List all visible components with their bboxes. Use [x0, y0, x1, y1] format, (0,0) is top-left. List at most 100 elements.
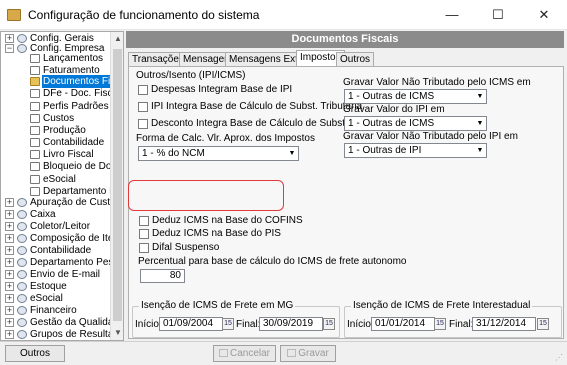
document-icon [30, 150, 40, 159]
isencao-mg-title: Isenção de ICMS de Frete em MG [139, 300, 296, 311]
tree-scrollbar[interactable]: ▲ ▼ [110, 32, 123, 340]
gear-icon [17, 234, 27, 243]
gear-icon [17, 282, 27, 291]
bottom-toolbar: Outros Cancelar Gravar ⋰ [0, 341, 567, 365]
gear-icon [17, 222, 27, 231]
inter-inicio-label: Início: [347, 319, 374, 330]
tab-outros[interactable]: Outros [336, 52, 375, 66]
chevron-down-icon: ▼ [476, 120, 484, 127]
inter-inicio-input[interactable]: 01/01/2014 [371, 317, 435, 331]
document-icon [30, 54, 40, 63]
document-icon [30, 162, 40, 171]
gear-icon [17, 210, 27, 219]
tab-bar: Transações Mensagens Mensagens Extras Im… [126, 50, 564, 66]
forma-calc-select[interactable]: 1 - % do NCM ▼ [138, 146, 299, 161]
difal-suspenso-checkbox[interactable] [139, 243, 149, 253]
despesas-ipi-checkbox[interactable] [138, 85, 148, 95]
deduz-pis-checkbox[interactable] [139, 229, 149, 239]
document-icon [30, 175, 40, 184]
chevron-down-icon: ▼ [476, 93, 484, 100]
gear-icon [17, 246, 27, 255]
gravar-ipi-select[interactable]: 1 - Outras de ICMS ▼ [344, 116, 487, 131]
outros-button[interactable]: Outros [5, 345, 65, 362]
expand-icon[interactable]: + [5, 258, 14, 267]
ipi-integra-checkbox[interactable] [138, 102, 148, 112]
document-icon [30, 66, 40, 75]
gravar-nt-ipi-select[interactable]: 1 - Outras de IPI ▼ [344, 143, 487, 158]
percentual-frete-label: Percentual para base de cálculo do ICMS … [138, 256, 407, 267]
window-title: Configuração de funcionamento do sistema [28, 8, 260, 22]
gear-icon [17, 330, 27, 339]
document-icon [30, 102, 40, 111]
group-title-outros-isento: Outros/Isento (IPI/ICMS) [136, 70, 246, 81]
highlight-outline [128, 180, 284, 211]
tree-item-dfe[interactable]: DFe - Doc. Fiscais E [43, 87, 123, 100]
mg-inicio-input[interactable]: 01/09/2004 [159, 317, 223, 331]
expand-icon[interactable]: + [5, 198, 14, 207]
desconto-integra-checkbox[interactable] [138, 119, 148, 129]
chevron-down-icon: ▼ [476, 147, 484, 154]
collapse-icon[interactable]: − [5, 44, 14, 53]
cancel-icon [218, 349, 228, 357]
expand-icon[interactable]: + [5, 246, 14, 255]
expand-icon[interactable]: + [5, 294, 14, 303]
maximize-button[interactable]: ☐ [475, 0, 521, 30]
gravar-button[interactable]: Gravar [280, 345, 336, 362]
inter-final-label: Final: [449, 319, 474, 330]
gear-icon [17, 270, 27, 279]
percentual-frete-input[interactable]: 80 [140, 269, 185, 283]
calendar-icon[interactable]: 15 [537, 318, 549, 330]
expand-icon[interactable]: + [5, 282, 14, 291]
panel-header: Documentos Fiscais [126, 31, 564, 48]
gravar-nt-ipi-label: Gravar Valor Não Tributado pelo IPI em [343, 131, 518, 142]
cancelar-button[interactable]: Cancelar [213, 345, 276, 362]
folder-open-icon [30, 77, 40, 86]
tree-item-bloqueio-documentos[interactable]: Bloqueio de Docume [43, 160, 123, 173]
expand-icon[interactable]: + [5, 222, 14, 231]
gravar-ipi-label: Gravar Valor do IPI em [343, 104, 445, 115]
minimize-button[interactable]: — [429, 0, 475, 30]
close-button[interactable]: ✕ [521, 0, 567, 30]
isencao-interestadual-title: Isenção de ICMS de Frete Interestadual [351, 300, 533, 311]
deduz-cofins-label: Deduz ICMS na Base do COFINS [152, 215, 303, 226]
gear-icon [17, 258, 27, 267]
title-bar: Configuração de funcionamento do sistema… [0, 0, 567, 30]
deduz-cofins-checkbox[interactable] [139, 216, 149, 226]
config-tree: + Config. Gerais − Config. Empresa Lança… [0, 31, 124, 341]
chevron-down-icon: ▼ [288, 150, 296, 157]
calendar-icon[interactable]: 15 [323, 318, 335, 330]
app-icon [7, 9, 21, 21]
document-icon [30, 126, 40, 135]
calendar-icon[interactable]: 15 [434, 318, 446, 330]
gravar-nt-icms-label: Gravar Valor Não Tributado pelo ICMS em [343, 77, 531, 88]
expand-icon[interactable]: + [5, 270, 14, 279]
scroll-up-icon[interactable]: ▲ [111, 32, 123, 46]
resize-grip-icon[interactable]: ⋰ [555, 353, 565, 363]
difal-suspenso-label: Difal Suspenso [152, 242, 220, 253]
calendar-icon[interactable]: 15 [222, 318, 234, 330]
expand-icon[interactable]: + [5, 34, 14, 43]
expand-icon[interactable]: + [5, 318, 14, 327]
scroll-thumb[interactable] [113, 49, 122, 321]
save-icon [287, 349, 297, 357]
deduz-pis-label: Deduz ICMS na Base do PIS [152, 228, 281, 239]
gear-icon [17, 44, 27, 53]
document-icon [30, 187, 40, 196]
gear-icon [17, 318, 27, 327]
gravar-nt-icms-select[interactable]: 1 - Outras de ICMS ▼ [344, 89, 487, 104]
expand-icon[interactable]: + [5, 210, 14, 219]
tree-item-grupos-resultado[interactable]: Grupos de Resultado [30, 328, 123, 340]
ipi-integra-label: IPI Integra Base de Cálculo de Subst. Tr… [151, 101, 363, 112]
expand-icon[interactable]: + [5, 306, 14, 315]
gear-icon [17, 306, 27, 315]
mg-inicio-label: Início: [135, 319, 162, 330]
inter-final-input[interactable]: 31/12/2014 [472, 317, 536, 331]
mg-final-label: Final: [236, 319, 261, 330]
scroll-down-icon[interactable]: ▼ [111, 326, 123, 340]
gear-icon [17, 294, 27, 303]
expand-icon[interactable]: + [5, 234, 14, 243]
despesas-ipi-label: Despesas Integram Base de IPI [151, 84, 293, 95]
expand-icon[interactable]: + [5, 330, 14, 339]
document-icon [30, 114, 40, 123]
mg-final-input[interactable]: 30/09/2019 [259, 317, 323, 331]
